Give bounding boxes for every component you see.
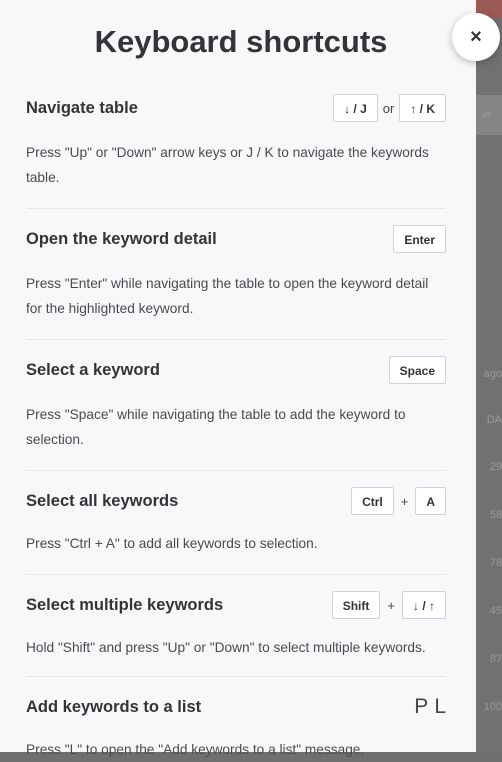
key-separator: or	[382, 100, 395, 116]
shortcut-description: Press "Up" or "Down" arrow keys or J / K…	[26, 145, 429, 185]
background-cell: 29	[489, 461, 502, 473]
shortcut-description: Press "Ctrl + A" to add all keywords to …	[26, 536, 318, 551]
background-cell: 78	[489, 557, 502, 569]
shortcut-title: Select a keyword	[26, 360, 160, 379]
shortcut-description: Press "L" to open the "Add keywords to a…	[26, 742, 365, 757]
key-l: L	[434, 695, 446, 718]
background-column-label: DA	[486, 414, 502, 426]
background-app: ⇌ ago DA 29 58 78 45 87 100	[476, 0, 502, 752]
shortcut-section-select-keyword: Select a keyword Space Press "Space" whi…	[26, 340, 446, 471]
key-separator: +	[400, 493, 409, 509]
shortcut-description: Press "Enter" while navigating the table…	[26, 276, 429, 316]
shortcut-section-select-multiple: Select multiple keywords Shift + ↓ / ↑ H…	[26, 575, 446, 677]
shortcut-keys: Enter	[393, 225, 446, 253]
close-button[interactable]: ×	[452, 13, 500, 61]
shortcut-title: Select multiple keywords	[26, 595, 224, 614]
modal-title: Keyboard shortcuts	[94, 24, 388, 59]
background-cell: 58	[489, 509, 502, 521]
background-filter-icon: ⇌	[482, 109, 492, 121]
shortcut-keys: Shift + ↓ / ↑	[331, 591, 446, 619]
key-separator: +	[387, 597, 395, 613]
key-p: P	[414, 695, 435, 718]
shortcut-keys: Ctrl + A	[351, 487, 446, 515]
shortcut-keys: PL	[414, 695, 446, 719]
background-cell: 87	[489, 653, 502, 665]
shortcut-title: Select all keywords	[26, 491, 179, 510]
background-cell: 100	[483, 701, 502, 713]
key-down-up: ↓ / ↑	[401, 591, 446, 619]
keyboard-shortcuts-modal: Keyboard shortcuts Navigate table ↓ / J …	[0, 0, 476, 757]
shortcut-section-navigate-table: Navigate table ↓ / J or ↑ / K Press "Up"…	[26, 86, 446, 209]
key-ctrl: Ctrl	[351, 487, 394, 515]
shortcut-description: Hold "Shift" and press "Up" or "Down" to…	[26, 640, 426, 655]
shortcut-description: Press "Space" while navigating the table…	[26, 407, 406, 447]
key-space: Space	[388, 356, 446, 384]
key-up-k: ↑ / K	[399, 94, 446, 122]
shortcut-section-add-to-list: Add keywords to a list PL Press "L" to o…	[26, 677, 446, 762]
background-cell: 45	[489, 605, 502, 617]
background-column-label: ago	[483, 368, 502, 380]
shortcut-title: Open the keyword detail	[26, 229, 217, 248]
shortcut-keys: Space	[388, 356, 446, 384]
key-a: A	[415, 487, 446, 515]
shortcut-title: Add keywords to a list	[26, 697, 202, 716]
shortcut-title: Navigate table	[26, 98, 138, 117]
key-shift: Shift	[331, 591, 381, 619]
shortcut-section-open-detail: Open the keyword detail Enter Press "Ent…	[26, 209, 446, 340]
key-enter: Enter	[393, 225, 446, 253]
shortcut-section-select-all: Select all keywords Ctrl + A Press "Ctrl…	[26, 471, 446, 575]
key-down-j: ↓ / J	[333, 94, 378, 122]
shortcut-keys: ↓ / J or ↑ / K	[333, 94, 446, 122]
close-icon: ×	[470, 25, 482, 48]
